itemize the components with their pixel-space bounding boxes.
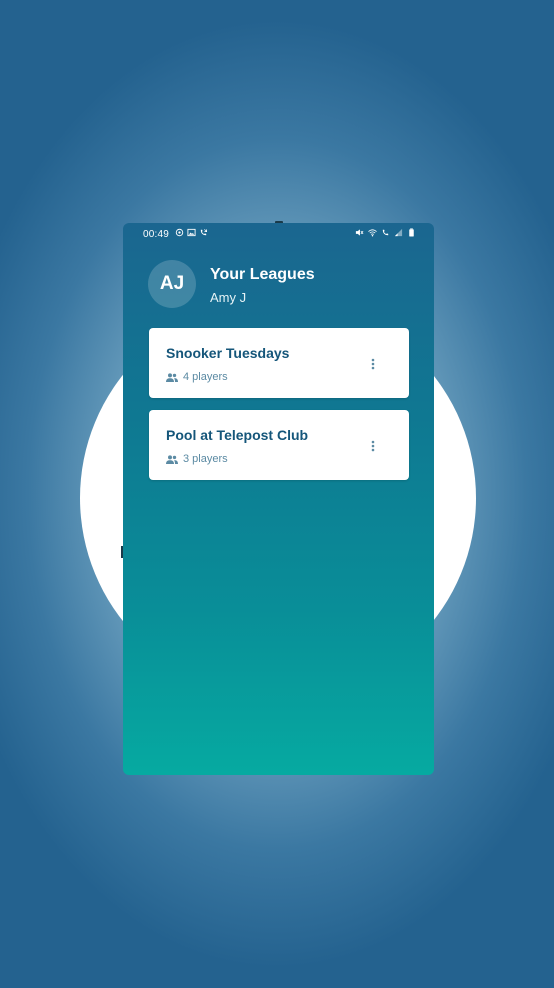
group-icon (166, 454, 178, 464)
status-time: 00:49 (143, 229, 170, 240)
signal-icon (394, 228, 403, 237)
missed-call-icon (200, 229, 208, 236)
phone-screen: 00:49 AJ Your Leagues Amy J Snooker Tues… (123, 223, 434, 775)
league-player-count: 3 players (166, 453, 228, 465)
league-name: Pool at Telepost Club (166, 427, 309, 443)
status-left-icons (175, 228, 208, 237)
avatar[interactable]: AJ (148, 260, 196, 308)
mute-icon (355, 229, 364, 236)
league-player-count: 4 players (166, 371, 228, 383)
status-right-icons (355, 228, 416, 237)
players-label: 3 players (183, 453, 228, 465)
call-icon (382, 229, 389, 236)
more-vert-icon (371, 358, 375, 370)
league-name: Snooker Tuesdays (166, 345, 290, 361)
players-label: 4 players (183, 371, 228, 383)
more-options-button[interactable] (363, 436, 383, 456)
header: AJ Your Leagues Amy J (148, 260, 418, 308)
battery-icon (409, 228, 414, 237)
league-card-pool-at-telepost-club[interactable]: Pool at Telepost Club 3 players (149, 410, 409, 480)
page-title: Your Leagues (210, 266, 315, 283)
wifi-icon (368, 229, 377, 237)
group-icon (166, 372, 178, 382)
user-name: Amy J (210, 290, 247, 305)
gallery-icon (187, 228, 196, 237)
league-card-snooker-tuesdays[interactable]: Snooker Tuesdays 4 players (149, 328, 409, 398)
hotspot-icon (175, 228, 184, 237)
more-vert-icon (371, 440, 375, 452)
more-options-button[interactable] (363, 354, 383, 374)
status-bar: 00:49 (123, 223, 434, 245)
